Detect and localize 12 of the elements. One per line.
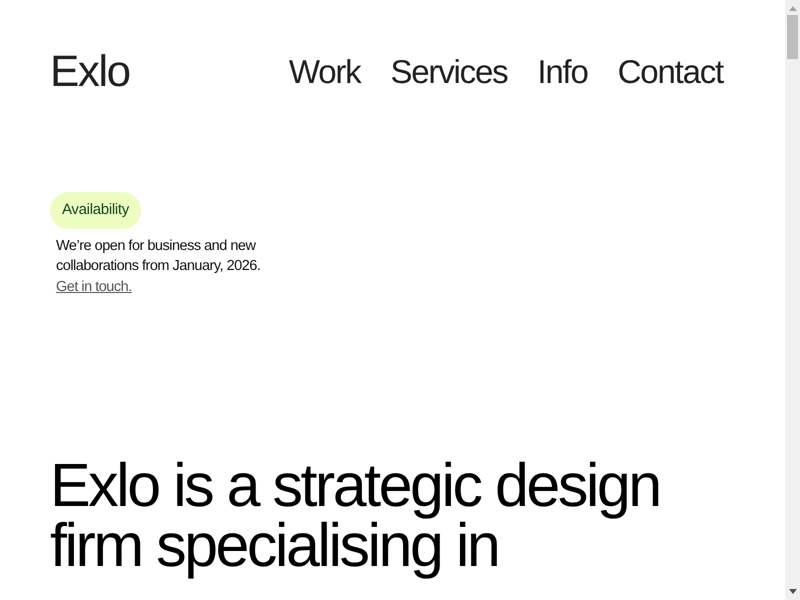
availability-badge: Availability	[50, 192, 141, 228]
logo[interactable]: Exlo	[50, 48, 130, 96]
nav-link[interactable]: Contact	[618, 52, 723, 92]
nav-link[interactable]: Work	[288, 52, 360, 92]
nav-link[interactable]: Info	[537, 52, 588, 92]
get-in-touch-link[interactable]: Get in touch.	[56, 278, 132, 294]
scrollbar-thumb[interactable]	[787, 15, 798, 59]
scroll-down-icon[interactable]	[788, 589, 796, 594]
scroll-up-icon[interactable]	[788, 6, 796, 11]
availability-text: We’re open for business and new collaborations from January, 2026. Get in touch.	[56, 236, 262, 296]
nav-link[interactable]: Services	[390, 52, 508, 92]
scrollbar[interactable]	[785, 0, 800, 600]
